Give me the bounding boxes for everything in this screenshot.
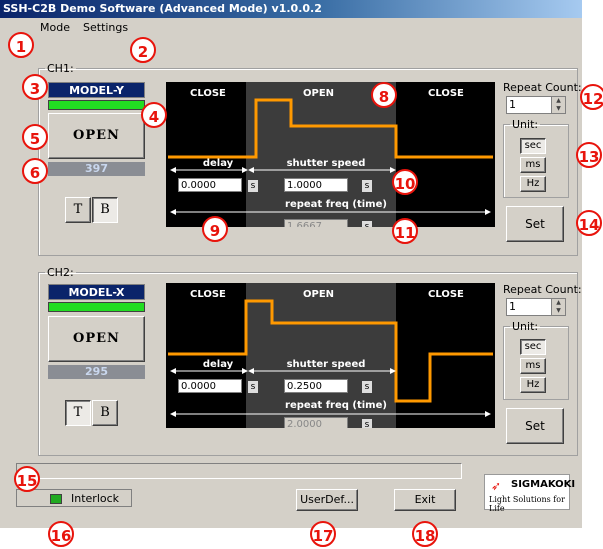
ch2-unit-legend: Unit: xyxy=(512,320,539,333)
callout-marker-14: 14 xyxy=(576,210,602,236)
ch1-unit-sec[interactable]: sec xyxy=(520,138,546,154)
callout-marker-13: 13 xyxy=(576,142,602,168)
ch1-repeat-label: repeat freq (time) xyxy=(285,199,387,210)
ch1-set-button[interactable]: Set xyxy=(506,206,564,242)
callout-marker-17: 17 xyxy=(310,521,336,547)
ch2-b-button[interactable]: B xyxy=(92,400,118,426)
callout-marker-6: 6 xyxy=(22,158,48,184)
interlock-label: Interlock xyxy=(71,492,120,505)
ch2-counter: 295 xyxy=(48,365,145,379)
ch2-shutter-input[interactable]: 0.2500 xyxy=(284,379,348,393)
ch1-model-label: MODEL-Y xyxy=(48,82,145,98)
status-bar xyxy=(16,463,462,479)
callout-marker-1: 1 xyxy=(8,32,34,58)
channel-2-legend: CH2: xyxy=(47,266,74,279)
menu-settings[interactable]: Settings xyxy=(83,21,128,34)
ch2-repeat-count-spinner[interactable]: 1 ▲ ▼ xyxy=(506,298,566,316)
ch1-counter: 397 xyxy=(48,162,145,176)
menu-bar: Mode Settings xyxy=(0,18,582,38)
callout-marker-10: 10 xyxy=(392,169,418,195)
ch2-unit-sec[interactable]: sec xyxy=(520,339,546,355)
ch1-repeat-count-spinner[interactable]: 1 ▲ ▼ xyxy=(506,96,566,114)
callout-marker-15: 15 xyxy=(14,466,40,492)
ch2-delay-unit: s xyxy=(248,381,258,393)
ch2-repeat-label: repeat freq (time) xyxy=(285,400,387,411)
logo-mark-icon: ➶ xyxy=(491,479,502,493)
ch2-repeat-count-label: Repeat Count: xyxy=(503,283,582,296)
ch2-timing-panel: CLOSE OPEN CLOSE delay shutter speed 0.0… xyxy=(166,283,495,428)
ch1-delay-input[interactable]: 0.0000 xyxy=(178,178,242,192)
ch1-unit-ms[interactable]: ms xyxy=(520,157,546,173)
ch1-shutter-input[interactable]: 1.0000 xyxy=(284,178,348,192)
sigmakoki-logo: ➶ SIGMAKOKI Light Solutions for Life xyxy=(484,474,575,513)
ch1-repeat-input: 1.6667 xyxy=(284,219,348,227)
menu-mode[interactable]: Mode xyxy=(40,21,70,34)
ch1-unit-legend: Unit: xyxy=(512,118,539,131)
callout-marker-2: 2 xyxy=(130,37,156,63)
callout-marker-5: 5 xyxy=(22,124,48,150)
ch1-open-button[interactable]: OPEN xyxy=(48,113,145,159)
userdef-button[interactable]: UserDef... xyxy=(296,489,358,511)
callout-marker-9: 9 xyxy=(202,216,228,242)
ch2-shutter-unit: s xyxy=(362,381,372,393)
ch2-spinner-arrows[interactable]: ▲ ▼ xyxy=(551,299,565,315)
ch1-repeat-count-label: Repeat Count: xyxy=(503,81,582,94)
callout-marker-16: 16 xyxy=(48,521,74,547)
ch2-model-label: MODEL-X xyxy=(48,284,145,300)
ch2-shutter-label: shutter speed xyxy=(286,359,366,370)
ch1-shutter-unit: s xyxy=(362,180,372,192)
callout-marker-18: 18 xyxy=(412,521,438,547)
callout-marker-3: 3 xyxy=(22,74,48,100)
ch2-unit-ms[interactable]: ms xyxy=(520,358,546,374)
ch1-timing-panel: CLOSE OPEN CLOSE delay shutter speed 0.0… xyxy=(166,82,495,227)
ch1-spinner-arrows[interactable]: ▲ ▼ xyxy=(551,97,565,113)
channel-1-legend: CH1: xyxy=(47,62,74,75)
ch2-repeat-count-value: 1 xyxy=(509,300,516,313)
title-bar: SSH-C2B Demo Software (Advanced Mode) v1… xyxy=(0,0,582,18)
ch1-delay-label: delay xyxy=(202,158,234,169)
ch2-repeat-input: 2.0000 xyxy=(284,417,348,428)
ch1-t-button[interactable]: T xyxy=(65,197,91,223)
ch2-open-button[interactable]: OPEN xyxy=(48,316,145,362)
ch2-delay-label: delay xyxy=(202,359,234,370)
ch2-status-led xyxy=(48,302,145,312)
exit-button[interactable]: Exit xyxy=(394,489,456,511)
callout-marker-8: 8 xyxy=(371,82,397,108)
callout-marker-12: 12 xyxy=(580,84,603,110)
interlock-panel: Interlock xyxy=(16,489,132,507)
app-window: SSH-C2B Demo Software (Advanced Mode) v1… xyxy=(0,0,582,528)
ch2-repeat-unit: s xyxy=(362,419,372,428)
ch2-set-button[interactable]: Set xyxy=(506,408,564,444)
logo-tagline: Light Solutions for Life xyxy=(489,495,565,513)
ch1-b-button[interactable]: B xyxy=(92,197,118,223)
ch1-status-led xyxy=(48,100,145,110)
ch2-t-button[interactable]: T xyxy=(65,400,91,426)
ch2-unit-hz[interactable]: Hz xyxy=(520,377,546,393)
ch1-unit-hz[interactable]: Hz xyxy=(520,176,546,192)
ch1-repeat-count-value: 1 xyxy=(509,98,516,111)
ch1-delay-unit: s xyxy=(248,180,258,192)
ch1-repeat-unit: s xyxy=(362,221,372,227)
callout-marker-4: 4 xyxy=(141,102,167,128)
ch1-shutter-label: shutter speed xyxy=(286,158,366,169)
interlock-led-icon xyxy=(50,494,62,504)
callout-marker-11: 11 xyxy=(392,218,418,244)
logo-name: SIGMAKOKI xyxy=(511,479,576,490)
ch2-delay-input[interactable]: 0.0000 xyxy=(178,379,242,393)
